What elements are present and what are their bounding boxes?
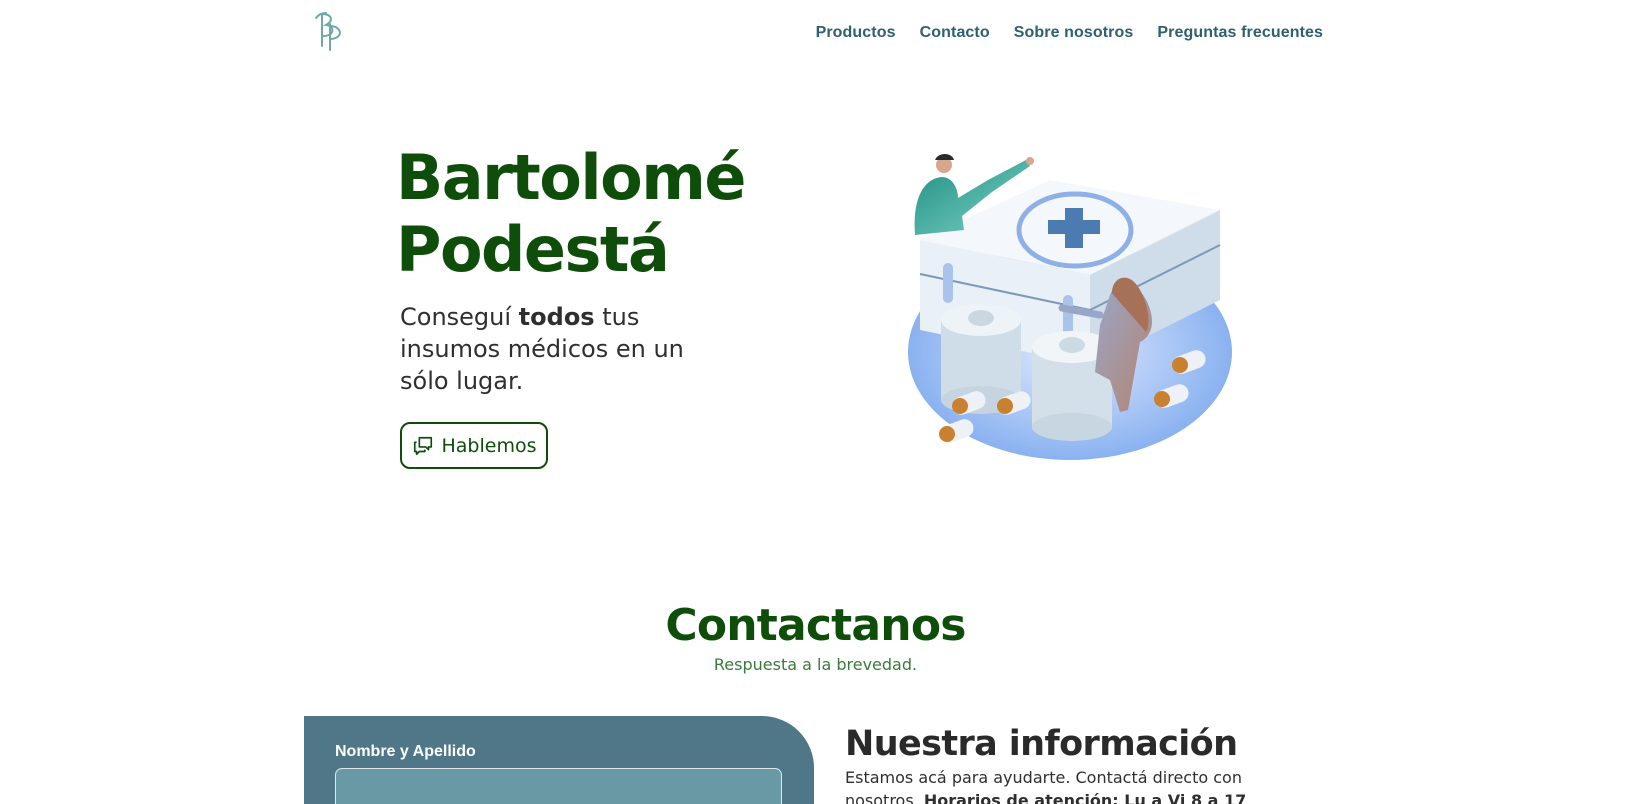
- nav-item-contacto[interactable]: Contacto: [920, 24, 990, 42]
- main-nav: Productos Contacto Sobre nosotros Pregun…: [816, 24, 1323, 42]
- nav-item-sobre-nosotros[interactable]: Sobre nosotros: [1014, 24, 1134, 42]
- page: BP Productos Contacto Sobre nosotros Pre…: [0, 0, 1631, 804]
- hero-title: Bartolomé Podestá: [396, 141, 746, 286]
- hero-title-line1: Bartolomé: [396, 141, 746, 214]
- contact-title: Contactanos: [665, 600, 966, 651]
- nav-item-productos[interactable]: Productos: [816, 24, 896, 42]
- hero-subtitle-pre: Conseguí: [400, 303, 519, 331]
- name-label: Nombre y Apellido: [335, 743, 476, 760]
- contact-form: Nombre y Apellido: [304, 716, 814, 804]
- hero-subtitle-bold: todos: [518, 303, 595, 331]
- contact-subtitle: Respuesta a la brevedad.: [713, 655, 918, 674]
- nav-item-preguntas-frecuentes[interactable]: Preguntas frecuentes: [1157, 24, 1323, 42]
- chat-bubbles-icon: [413, 436, 432, 455]
- hablemos-button[interactable]: Hablemos: [400, 422, 548, 469]
- info-hours: Horarios de atención: Lu a Vi 8 a 17: [923, 791, 1247, 804]
- brand-logo[interactable]: BP: [310, 10, 350, 52]
- hablemos-label: Hablemos: [441, 434, 537, 457]
- info-text: Estamos acá para ayudarte. Contactá dire…: [845, 766, 1265, 804]
- hero-title-line2: Podestá: [396, 213, 670, 286]
- medical-kit-illustration: [908, 154, 1232, 460]
- hero-subtitle: Conseguí todos tus insumos médicos en un…: [400, 301, 700, 397]
- info-title: Nuestra información: [845, 724, 1238, 764]
- name-field[interactable]: [335, 768, 782, 804]
